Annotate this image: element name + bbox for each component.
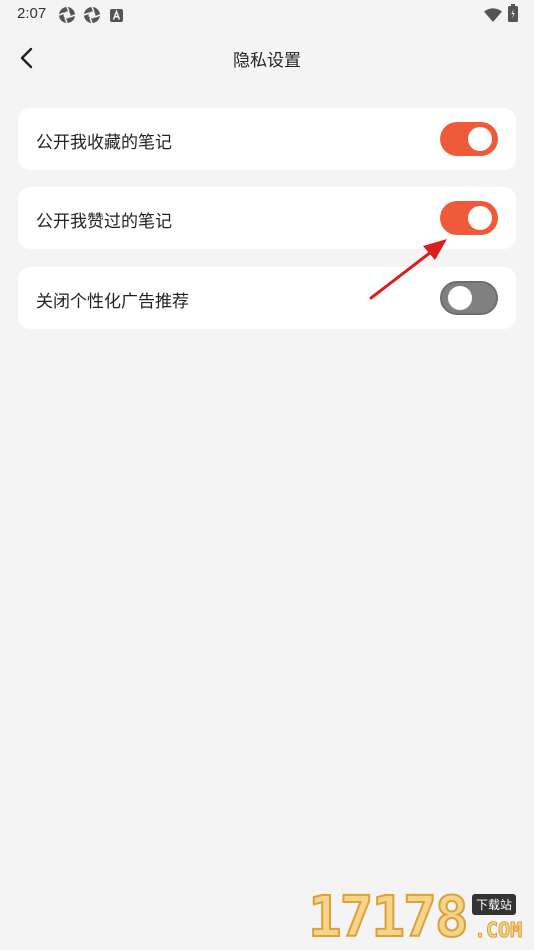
- setting-label: 公开我赞过的笔记: [36, 212, 172, 232]
- aperture-icon: [83, 6, 101, 28]
- toggle-public-liked[interactable]: [440, 201, 498, 235]
- annotation-arrow-icon: [365, 232, 455, 308]
- battery-icon: [508, 4, 518, 26]
- a-notification-icon: [110, 7, 123, 26]
- watermark-logo: 17178 下载站 .COM: [307, 885, 534, 950]
- page-title: 隐私设置: [233, 51, 301, 71]
- setting-label: 公开我收藏的笔记: [36, 133, 172, 153]
- toggle-public-favorites[interactable]: [440, 122, 498, 156]
- watermark-domain: .COM: [473, 918, 523, 943]
- watermark-badge: 下载站: [472, 894, 517, 915]
- nav-bar: 隐私设置: [0, 30, 534, 86]
- toggle-knob: [468, 127, 492, 151]
- status-time: 2:07: [17, 5, 47, 22]
- setting-row-public-favorites: 公开我收藏的笔记: [18, 108, 516, 170]
- status-bar: 2:07: [0, 0, 534, 28]
- watermark-number: 17178: [307, 885, 470, 950]
- setting-label: 关闭个性化广告推荐: [36, 292, 189, 312]
- toggle-knob: [468, 206, 492, 230]
- wifi-icon: [484, 7, 502, 26]
- aperture-icon: [58, 6, 76, 28]
